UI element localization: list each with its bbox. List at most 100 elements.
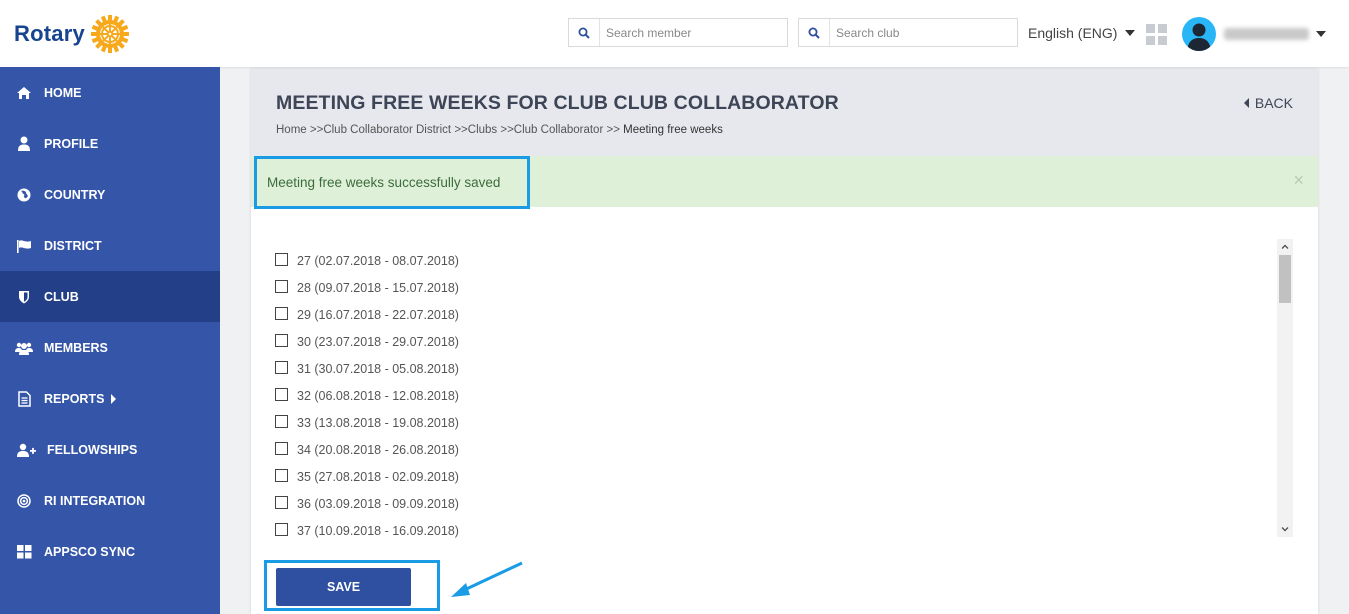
breadcrumb-current: Meeting free weeks <box>619 124 723 136</box>
week-checkbox[interactable] <box>275 279 288 293</box>
week-label: 35 (27.08.2018 - 02.09.2018) <box>297 469 459 484</box>
sidebar-item-club[interactable]: CLUB <box>0 271 220 322</box>
flag-icon <box>15 238 33 254</box>
scroll-up-icon[interactable] <box>1280 242 1290 252</box>
sidebar-item-label: HOME <box>44 85 82 100</box>
highlight-box-save <box>264 560 440 611</box>
search-member-input[interactable] <box>600 20 756 45</box>
breadcrumb-district[interactable]: Club Collaborator District >> <box>323 124 467 136</box>
scroll-down-icon[interactable] <box>1280 524 1290 534</box>
search-icon[interactable] <box>569 19 600 46</box>
users-icon <box>15 340 33 356</box>
sidebar-item-profile[interactable]: PROFILE <box>0 118 220 169</box>
back-label: BACK <box>1254 95 1293 111</box>
list-item: 34 (20.08.2018 - 26.08.2018) <box>275 436 459 463</box>
breadcrumb: Home >>Club Collaborator District >>Club… <box>276 124 723 136</box>
weeks-list: 27 (02.07.2018 - 08.07.2018) 28 (09.07.2… <box>275 247 459 544</box>
sidebar-item-ri-integration[interactable]: RI INTEGRATION <box>0 475 220 526</box>
sidebar-item-label: DISTRICT <box>44 238 102 253</box>
week-label: 33 (13.08.2018 - 19.08.2018) <box>297 415 459 430</box>
breadcrumb-club[interactable]: Club Collaborator >> <box>514 124 620 136</box>
sidebar-item-label: RI INTEGRATION <box>44 493 146 508</box>
home-icon <box>15 85 33 101</box>
sidebar-item-label: FELLOWSHIPS <box>47 442 138 457</box>
chevron-down-icon <box>1125 30 1136 36</box>
week-checkbox[interactable] <box>275 252 288 266</box>
globe-icon <box>15 187 33 203</box>
sidebar-item-country[interactable]: COUNTRY <box>0 169 220 220</box>
sidebar-item-label: CLUB <box>44 289 79 304</box>
week-label: 37 (10.09.2018 - 16.09.2018) <box>297 523 459 538</box>
week-checkbox[interactable] <box>275 387 288 401</box>
sidebar-item-members[interactable]: MEMBERS <box>0 322 220 373</box>
week-label: 28 (09.07.2018 - 15.07.2018) <box>297 280 459 295</box>
scrollbar-thumb[interactable] <box>1279 255 1291 303</box>
list-item: 36 (03.09.2018 - 09.09.2018) <box>275 490 459 517</box>
breadcrumb-home[interactable]: Home >> <box>276 124 323 136</box>
week-checkbox[interactable] <box>275 306 288 320</box>
week-checkbox[interactable] <box>275 441 288 455</box>
panel-header: MEETING FREE WEEKS FOR CLUB CLUB COLLABO… <box>251 69 1318 156</box>
breadcrumb-clubs[interactable]: Clubs >> <box>468 124 514 136</box>
sidebar-item-reports[interactable]: REPORTS <box>0 373 220 424</box>
document-icon <box>15 390 33 407</box>
week-label: 27 (02.07.2018 - 08.07.2018) <box>297 253 459 268</box>
list-item: 28 (09.07.2018 - 15.07.2018) <box>275 274 459 301</box>
back-button[interactable]: BACK <box>1243 95 1293 111</box>
week-label: 31 (30.07.2018 - 05.08.2018) <box>297 361 459 376</box>
search-club-box <box>798 18 1018 47</box>
list-item: 30 (23.07.2018 - 29.07.2018) <box>275 328 459 355</box>
sidebar-item-label: PROFILE <box>44 136 99 151</box>
weeks-scrollbar[interactable] <box>1277 239 1293 537</box>
list-item: 32 (06.08.2018 - 12.08.2018) <box>275 382 459 409</box>
target-icon <box>15 493 33 509</box>
username-blurred[interactable] <box>1224 28 1309 40</box>
apps-grid-icon[interactable] <box>1146 24 1167 45</box>
sidebar: HOME PROFILE COUNTRY DISTRICT CLUB MEMBE… <box>0 67 220 614</box>
week-checkbox[interactable] <box>275 414 288 428</box>
sidebar-item-appsco-sync[interactable]: APPSCO SYNC <box>0 526 220 577</box>
top-bar: Rotary Search member Search club English… <box>0 0 1349 67</box>
week-checkbox[interactable] <box>275 360 288 374</box>
search-club-input[interactable] <box>830 20 986 45</box>
week-label: 34 (20.08.2018 - 26.08.2018) <box>297 442 459 457</box>
shield-icon <box>15 289 33 305</box>
search-member-box <box>568 18 788 47</box>
list-item: 29 (16.07.2018 - 22.07.2018) <box>275 301 459 328</box>
week-checkbox[interactable] <box>275 468 288 482</box>
user-silhouette-icon <box>1187 23 1211 51</box>
sidebar-item-fellowships[interactable]: FELLOWSHIPS <box>0 424 220 475</box>
week-checkbox[interactable] <box>275 333 288 347</box>
arrow-annotation-icon <box>451 561 523 597</box>
rotary-logo[interactable]: Rotary <box>14 14 131 54</box>
list-item: 35 (27.08.2018 - 02.09.2018) <box>275 463 459 490</box>
sidebar-item-label: REPORTS <box>44 391 105 406</box>
language-selector[interactable]: English (ENG) <box>1028 25 1136 41</box>
chevron-right-icon <box>111 393 117 404</box>
user-icon <box>15 136 33 152</box>
week-label: 30 (23.07.2018 - 29.07.2018) <box>297 334 459 349</box>
sidebar-item-district[interactable]: DISTRICT <box>0 220 220 271</box>
user-plus-icon <box>15 442 37 458</box>
sidebar-item-label: COUNTRY <box>44 187 106 202</box>
search-icon[interactable] <box>799 19 830 46</box>
close-icon[interactable]: × <box>1293 170 1304 191</box>
list-item: 27 (02.07.2018 - 08.07.2018) <box>275 247 459 274</box>
week-label: 29 (16.07.2018 - 22.07.2018) <box>297 307 459 322</box>
list-item: 37 (10.09.2018 - 16.09.2018) <box>275 517 459 544</box>
rotary-wheel-icon <box>90 15 129 53</box>
week-label: 36 (03.09.2018 - 09.09.2018) <box>297 496 459 511</box>
list-item: 31 (30.07.2018 - 05.08.2018) <box>275 355 459 382</box>
sidebar-item-home[interactable]: HOME <box>0 67 220 118</box>
chevron-down-icon[interactable] <box>1316 31 1326 37</box>
main-panel: MEETING FREE WEEKS FOR CLUB CLUB COLLABO… <box>251 69 1318 614</box>
week-checkbox[interactable] <box>275 522 288 536</box>
language-label: English (ENG) <box>1028 25 1118 41</box>
page-title: MEETING FREE WEEKS FOR CLUB CLUB COLLABO… <box>276 92 839 114</box>
highlight-box-alert <box>254 156 530 209</box>
avatar[interactable] <box>1182 17 1216 51</box>
logo-text: Rotary <box>14 21 85 46</box>
week-label: 32 (06.08.2018 - 12.08.2018) <box>297 388 459 403</box>
list-item: 33 (13.08.2018 - 19.08.2018) <box>275 409 459 436</box>
week-checkbox[interactable] <box>275 495 288 509</box>
